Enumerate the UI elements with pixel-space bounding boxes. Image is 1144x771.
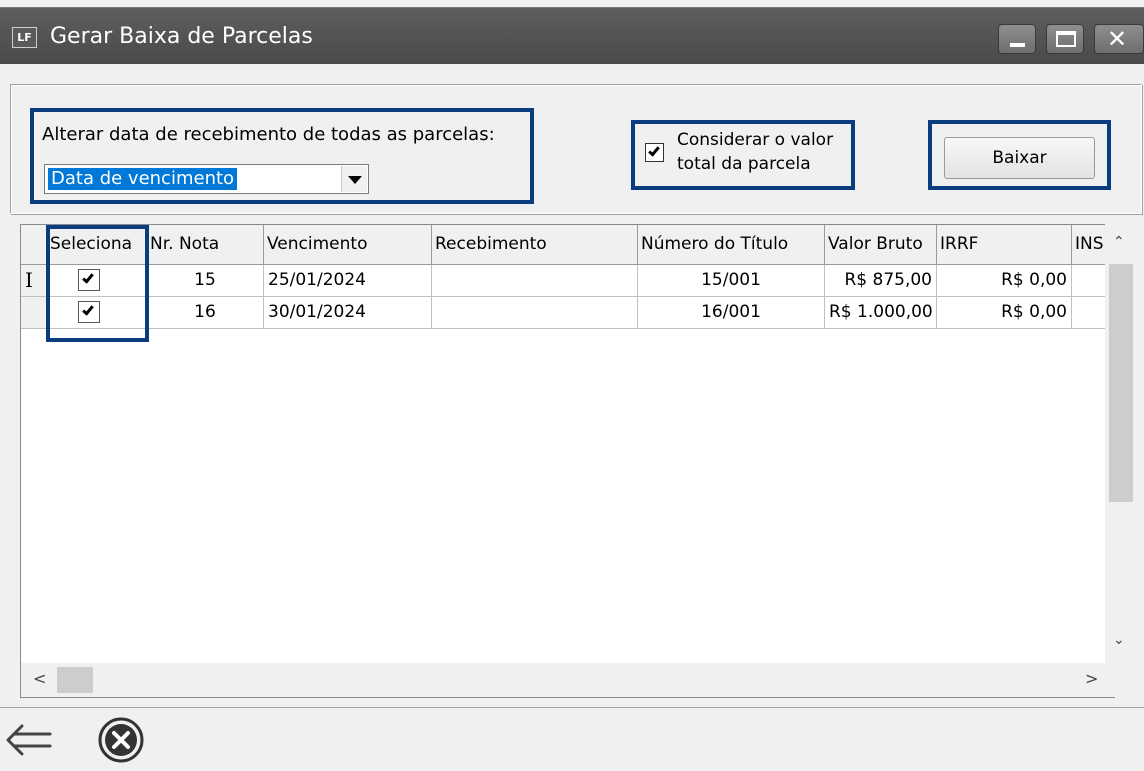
cell-irrf[interactable]: R$ 0,00	[937, 265, 1072, 297]
cancel-circle-icon[interactable]	[96, 716, 146, 768]
table-row[interactable]: 16 30/01/2024 16/001 R$ 1.000,00 R$ 0,00	[21, 297, 1114, 329]
minimize-button[interactable]	[998, 24, 1036, 54]
cell-numero-titulo[interactable]: 15/001	[638, 265, 825, 297]
column-header-vencimento[interactable]: Vencimento	[264, 225, 432, 265]
cell-valor-bruto[interactable]: R$ 1.000,00	[825, 297, 937, 329]
horizontal-scrollbar[interactable]: < >	[21, 663, 1135, 697]
cell-vencimento[interactable]: 30/01/2024	[264, 297, 432, 329]
maximize-icon	[1056, 31, 1076, 47]
column-header-numero-titulo[interactable]: Número do Título	[638, 225, 825, 265]
window-title: Gerar Baixa de Parcelas	[50, 24, 313, 49]
header-indicator-cell	[21, 225, 47, 265]
cell-nr-nota[interactable]: 15	[147, 265, 264, 297]
cell-vencimento[interactable]: 25/01/2024	[264, 265, 432, 297]
cell-irrf[interactable]: R$ 0,00	[937, 297, 1072, 329]
title-bar[interactable]: LF Gerar Baixa de Parcelas ✕	[0, 7, 1144, 64]
window: LF Gerar Baixa de Parcelas ✕ Alterar dat…	[0, 0, 1144, 771]
highlight-box-date-option	[30, 108, 534, 204]
row-indicator	[21, 297, 47, 329]
vertical-scroll-thumb[interactable]	[1109, 264, 1133, 502]
column-header-nr-nota[interactable]: Nr. Nota	[147, 225, 264, 265]
column-header-irrf[interactable]: IRRF	[937, 225, 1072, 265]
text-cursor-icon: I	[25, 268, 33, 292]
table-row[interactable]: I 15 25/01/2024 15/001 R$ 875,00 R$ 0,00	[21, 265, 1114, 297]
bottom-toolbar	[0, 707, 1144, 771]
minimize-icon	[1010, 43, 1025, 47]
highlight-box-baixar	[928, 120, 1111, 190]
cell-recebimento[interactable]	[432, 265, 638, 297]
close-button[interactable]: ✕	[1094, 24, 1144, 54]
scroll-left-icon[interactable]: <	[33, 669, 46, 688]
column-header-valor-bruto[interactable]: Valor Bruto	[825, 225, 937, 265]
highlight-box-consider-total	[631, 120, 855, 190]
cell-valor-bruto[interactable]: R$ 875,00	[825, 265, 937, 297]
cell-nr-nota[interactable]: 16	[147, 297, 264, 329]
back-arrow-icon[interactable]	[4, 720, 54, 764]
highlight-box-select-column	[46, 225, 149, 342]
scroll-down-icon[interactable]: ⌄	[1113, 632, 1125, 648]
column-header-recebimento[interactable]: Recebimento	[432, 225, 638, 265]
scroll-up-icon[interactable]: ⌃	[1113, 234, 1125, 250]
installments-grid[interactable]: Seleciona Nr. Nota Vencimento Recebiment…	[20, 224, 1115, 698]
grid-header: Seleciona Nr. Nota Vencimento Recebiment…	[21, 225, 1114, 265]
cell-recebimento[interactable]	[432, 297, 638, 329]
horizontal-scroll-thumb[interactable]	[57, 667, 93, 693]
app-logo-icon: LF	[12, 27, 37, 48]
row-indicator: I	[21, 265, 47, 297]
maximize-button[interactable]	[1046, 24, 1084, 54]
cell-numero-titulo[interactable]: 16/001	[638, 297, 825, 329]
close-icon: ✕	[1107, 25, 1128, 53]
scroll-right-icon[interactable]: >	[1085, 669, 1098, 688]
